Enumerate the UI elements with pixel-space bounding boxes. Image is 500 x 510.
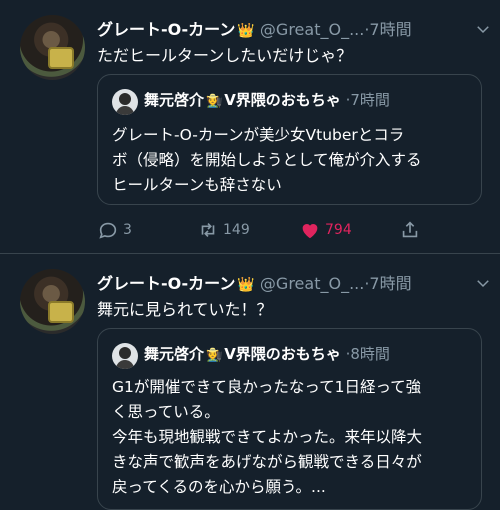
author-handle[interactable]: @Great_O_... <box>260 274 364 293</box>
quoted-timestamp: 7時間 <box>350 91 390 109</box>
quoted-line: ヒールターンも辞さない <box>112 176 282 194</box>
retweet-icon <box>201 222 215 238</box>
quoted-tweet-text: G1が開催できて良かったなって1日経って強 く思っている。 今年も現地観戦できて… <box>112 375 467 500</box>
reply-button[interactable]: 3 <box>97 216 132 244</box>
author-avatar[interactable] <box>20 269 85 334</box>
share-button[interactable] <box>399 216 425 244</box>
quoted-tweet-header: 舞元啓介 🧑‍🌾 V界隈のおもちゃ ·7時間 <box>144 89 390 111</box>
quoted-author-avatar <box>112 89 138 115</box>
farmer-icon: 🧑‍🌾 <box>206 94 223 109</box>
tweet-text: 舞元に見られていた！？ <box>97 300 273 319</box>
author-name[interactable]: グレート-O-カーン <box>97 274 235 293</box>
tweet-text: ただヒールターンしたいだけじゃ？ <box>97 46 353 65</box>
quoted-timestamp: 8時間 <box>350 345 390 363</box>
quoted-tweet[interactable]: 舞元啓介 🧑‍🌾 V界隈のおもちゃ ·8時間 G1が開催できて良かったなって1日経っ… <box>97 328 482 510</box>
chevron-down-icon[interactable] <box>474 274 492 292</box>
quoted-line: G1が開催できて良かったなって1日経って強 <box>112 378 422 396</box>
quoted-line: きな声で歓声をあげながら観戦できる日々が <box>112 453 422 471</box>
heart-filled-icon <box>302 224 318 239</box>
quoted-tweet[interactable]: 舞元啓介 🧑‍🌾 V界隈のおもちゃ ·7時間 グレート-O-カーンが美少女Vtube… <box>97 74 482 205</box>
tweet-header: グレート-O-カーン 👑 @Great_O_...·7時間 <box>97 270 480 293</box>
tweet[interactable]: グレート-O-カーン 👑 @Great_O_...·7時間 舞元に見られていた！？… <box>0 254 500 510</box>
share-icon <box>402 221 418 238</box>
quoted-author-suffix: V界隈のおもちゃ <box>224 345 341 363</box>
author-avatar[interactable] <box>20 15 85 80</box>
quoted-author-name: 舞元啓介 <box>144 345 205 363</box>
quoted-line: 戻ってくるのを心から願う。... <box>112 478 326 496</box>
crown-icon: 👑 <box>237 277 255 293</box>
retweet-button[interactable]: 149 <box>197 216 250 244</box>
tweet[interactable]: グレート-O-カーン 👑 @Great_O_...·7時間 ただヒールターンしたい… <box>0 0 500 254</box>
quoted-line: く思っている。 <box>112 403 220 421</box>
reply-count: 3 <box>123 222 132 238</box>
tweet-header: グレート-O-カーン 👑 @Great_O_...·7時間 <box>97 16 480 39</box>
quoted-line: ボ（侵略）を開始しようとして俺が介入する <box>112 151 422 169</box>
retweet-count: 149 <box>223 222 250 238</box>
like-button[interactable]: 794 <box>299 216 352 244</box>
quoted-author-suffix: V界隈のおもちゃ <box>224 91 341 109</box>
quoted-line: グレート-O-カーンが美少女Vtuberとコラ <box>112 126 405 144</box>
farmer-icon: 🧑‍🌾 <box>206 348 223 363</box>
like-count: 794 <box>325 222 352 238</box>
timestamp[interactable]: 7時間 <box>369 20 411 39</box>
quoted-author-avatar <box>112 343 138 369</box>
quoted-line: 今年も現地観戦できてよかった。来年以降大 <box>112 428 423 446</box>
timestamp[interactable]: 7時間 <box>369 274 411 293</box>
author-name[interactable]: グレート-O-カーン <box>97 20 235 39</box>
quoted-tweet-header: 舞元啓介 🧑‍🌾 V界隈のおもちゃ ·8時間 <box>144 343 390 365</box>
tweet-actions: 3 149 794 <box>97 216 480 244</box>
author-handle[interactable]: @Great_O_... <box>260 20 364 39</box>
quoted-author-name: 舞元啓介 <box>144 91 205 109</box>
reply-icon <box>99 222 117 239</box>
crown-icon: 👑 <box>237 23 255 39</box>
quoted-tweet-text: グレート-O-カーンが美少女Vtuberとコラ ボ（侵略）を開始しようとして俺が… <box>112 123 467 198</box>
chevron-down-icon[interactable] <box>474 20 492 38</box>
